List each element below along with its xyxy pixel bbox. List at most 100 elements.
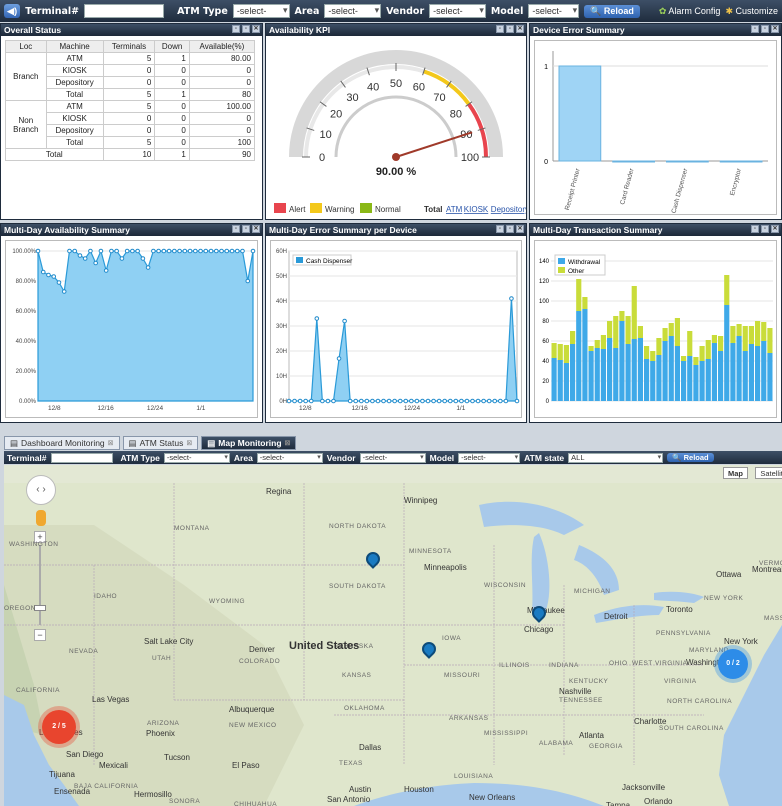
speaker-icon[interactable]: ◀) (4, 4, 21, 18)
bar-segment (755, 321, 761, 346)
close-icon[interactable]: ✕ (252, 225, 260, 233)
close-icon[interactable]: ✕ (771, 25, 779, 33)
refresh-icon[interactable]: ▫ (751, 225, 759, 233)
cluster-marker-la[interactable]: 2 / 5 (42, 710, 76, 744)
value-cell: 100.00 (188, 100, 256, 113)
state-label: WISCONSIN (484, 582, 527, 589)
data-point (67, 248, 72, 254)
loc-cell: Branch (5, 52, 47, 101)
area-select[interactable]: -select- (324, 4, 382, 18)
map-type-map-button[interactable]: Map (723, 467, 748, 479)
city-label: Minneapolis (424, 563, 467, 572)
gauge-tick-label: 50 (390, 78, 402, 90)
close-icon[interactable]: ✕ (252, 25, 260, 33)
country-label: United States (289, 640, 360, 652)
model-select[interactable]: -select- (458, 452, 521, 463)
terminal-input[interactable] (50, 452, 113, 463)
model-select[interactable]: -select- (528, 4, 580, 18)
tab-icon: ▤ (10, 437, 19, 448)
close-icon[interactable]: ⊠ (108, 437, 114, 450)
x-tick-label: 12/16 (97, 405, 114, 412)
data-point (320, 398, 325, 404)
bar-segment (631, 339, 637, 401)
tab-atm-status[interactable]: ▤ ATM Status ⊠ (122, 436, 199, 450)
data-point (331, 398, 336, 404)
data-point (124, 248, 130, 254)
zoom-out-button[interactable]: − (34, 629, 46, 641)
data-point (409, 398, 414, 404)
maximize-icon[interactable]: ▫ (242, 225, 250, 233)
data-point (240, 248, 245, 254)
close-icon[interactable]: ⊠ (285, 437, 291, 450)
maximize-icon[interactable]: ▫ (761, 225, 769, 233)
vendor-select[interactable]: -select- (429, 4, 486, 18)
data-point (35, 248, 41, 254)
y-tick-label: 40.00% (16, 339, 37, 345)
atm-state-select[interactable]: ALL (568, 452, 664, 463)
kpi-link[interactable]: KIOSK (464, 205, 489, 214)
state-label: COLORADO (239, 658, 281, 665)
bar-segment (607, 321, 613, 338)
data-point (135, 248, 140, 254)
maximize-icon[interactable]: ▫ (242, 25, 250, 33)
data-point (229, 248, 235, 254)
close-icon[interactable]: ✕ (516, 25, 524, 33)
area-select[interactable]: -select- (256, 452, 323, 463)
machine-cell: Total (45, 88, 104, 101)
multi-day-availability-panel: Multi-Day Availability Summary ▫ ▫ ✕ 0.00% 2… (0, 223, 263, 423)
bar-segment (767, 328, 773, 353)
city-label: Atlanta (579, 731, 604, 740)
kpi-link[interactable]: ATM (446, 205, 463, 214)
data-point (208, 248, 214, 254)
state-label: CHIHUAHUA (234, 801, 278, 806)
tab-dashboard-monitoring[interactable]: ▤ Dashboard Monitoring ⊠ (4, 436, 120, 450)
state-label: LOUISIANA (454, 773, 494, 780)
city-label: New Orleans (469, 793, 516, 802)
maximize-icon[interactable]: ▫ (506, 225, 514, 233)
gauge-hub (392, 153, 400, 161)
map-view[interactable]: ‹ › + − Map Satellite MONTANANORTH DAKOT… (4, 465, 782, 806)
customize-button[interactable]: ✱ Customize (725, 6, 778, 17)
data-point (93, 260, 98, 266)
bar-segment (761, 341, 767, 401)
atm-type-select[interactable]: -select- (232, 4, 290, 18)
refresh-icon[interactable]: ▫ (751, 25, 759, 33)
y-tick-label: 20.00% (16, 369, 37, 375)
city-label: Tucson (164, 753, 190, 762)
data-point (386, 398, 392, 404)
pan-control[interactable]: ‹ › (26, 475, 56, 505)
data-point (492, 398, 498, 404)
maximize-icon[interactable]: ▫ (506, 25, 514, 33)
state-label: SONORA (169, 798, 201, 805)
map-type-satellite-button[interactable]: Satellite (755, 467, 782, 479)
city-label: Charlotte (634, 717, 667, 726)
close-icon[interactable]: ✕ (516, 225, 524, 233)
state-label: NORTH DAKOTA (329, 523, 387, 530)
close-icon[interactable]: ⊠ (186, 437, 192, 450)
refresh-icon[interactable]: ▫ (496, 25, 504, 33)
maximize-icon[interactable]: ▫ (761, 25, 769, 33)
refresh-icon[interactable]: ▫ (232, 225, 240, 233)
kpi-link[interactable]: Depository (491, 205, 526, 214)
value-cell: 0 (154, 112, 190, 125)
alarm-config-button[interactable]: ✿ Alarm Config (659, 6, 721, 17)
cluster-marker-ny[interactable]: 0 / 2 (718, 649, 748, 679)
atm-type-select[interactable]: -select- (163, 452, 230, 463)
street-view-icon[interactable] (36, 510, 46, 526)
data-point (119, 256, 125, 261)
gauge-tick-label: 0 (319, 152, 325, 164)
tab-map-monitoring[interactable]: ▤ Map Monitoring ⊠ (201, 436, 297, 450)
data-point (88, 248, 93, 254)
terminal-input[interactable] (84, 4, 165, 18)
panel-title: Multi-Day Error Summary per Device (269, 225, 417, 235)
zoom-slider[interactable] (39, 545, 41, 625)
bar-segment (705, 340, 711, 359)
vendor-select[interactable]: -select- (359, 452, 426, 463)
data-point (475, 398, 481, 404)
refresh-icon[interactable]: ▫ (232, 25, 240, 33)
refresh-icon[interactable]: ▫ (496, 225, 504, 233)
close-icon[interactable]: ✕ (771, 225, 779, 233)
reload-button[interactable]: 🔍 Reload (667, 453, 714, 462)
reload-button[interactable]: 🔍 Reload (584, 4, 640, 18)
city-label: Ensenada (54, 787, 91, 796)
